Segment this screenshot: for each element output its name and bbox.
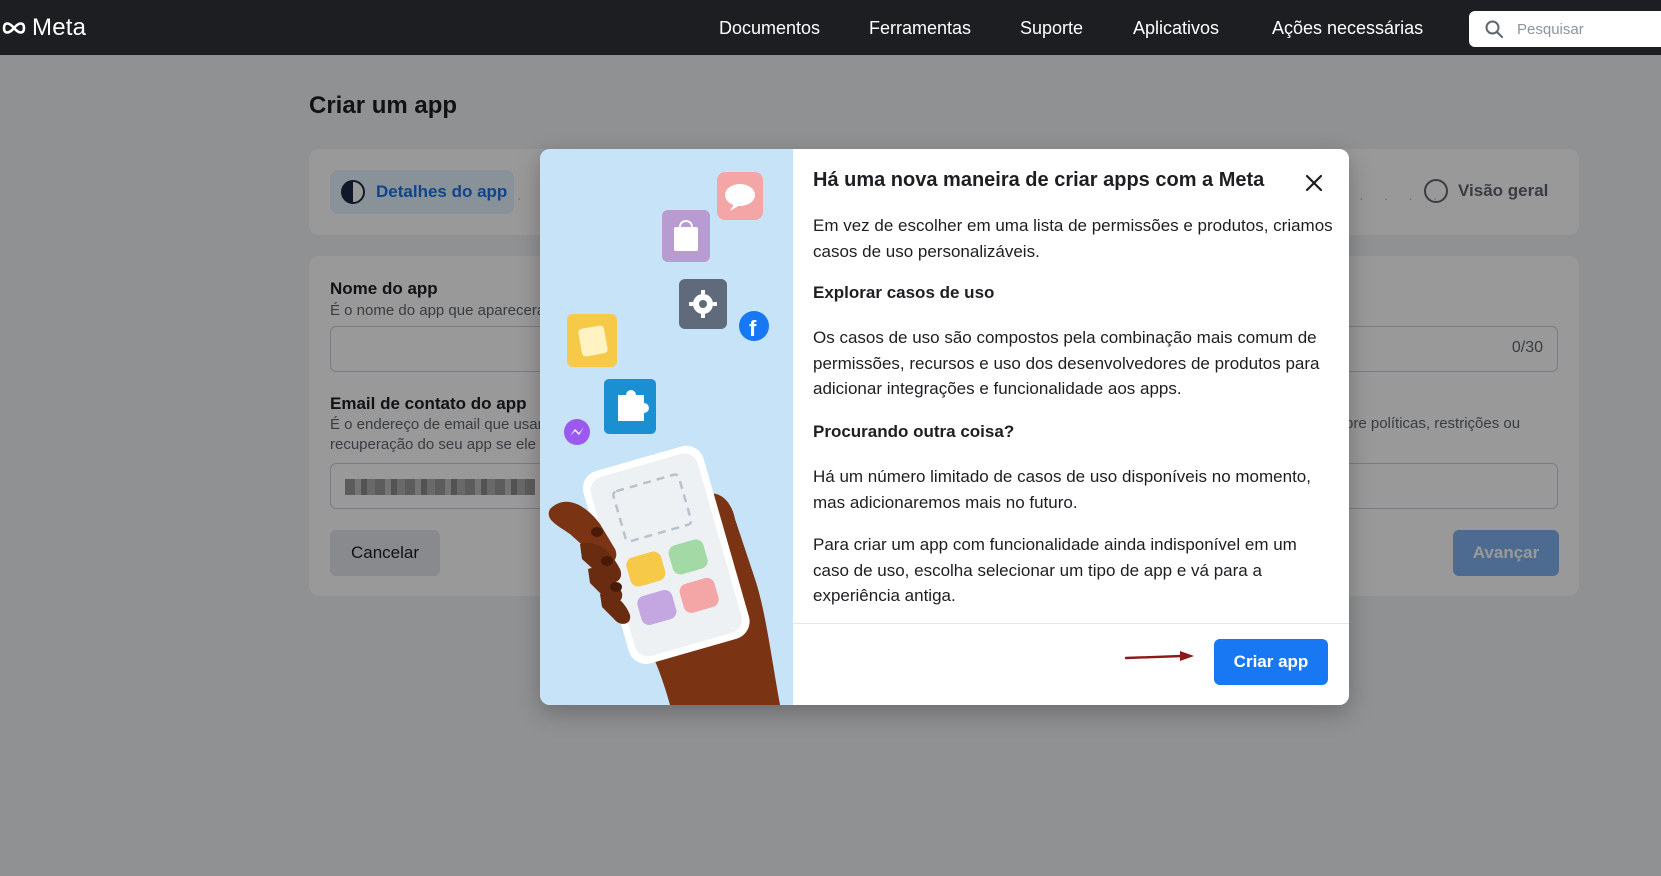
search-icon <box>1485 20 1503 38</box>
use-cases-paragraph: Os casos de uso são compostos pela combi… <box>813 328 1320 398</box>
phone-hand-illustration: f <box>548 172 780 705</box>
logo-text: Meta <box>32 14 87 41</box>
meta-infinity-icon <box>2 22 26 34</box>
section-heading-explore: Explorar casos de uso <box>813 283 995 302</box>
modal-content: Há uma nova maneira de criar apps com a … <box>793 149 1349 705</box>
nav-acoes-necessarias[interactable]: Ações necessárias <box>1272 18 1423 39</box>
close-button[interactable] <box>1301 171 1327 197</box>
create-app-button[interactable]: Criar app <box>1214 639 1328 685</box>
modal-body[interactable]: Em vez de escolher em uma lista de permi… <box>813 209 1333 705</box>
meta-logo[interactable]: Meta <box>0 14 86 42</box>
modal-illustration: f <box>540 149 793 705</box>
svg-text:f: f <box>749 316 757 341</box>
intro-paragraph: Em vez de escolher em uma lista de permi… <box>813 216 1333 261</box>
limited-paragraph: Há um número limitado de casos de uso di… <box>813 467 1311 512</box>
nav-aplicativos[interactable]: Aplicativos <box>1133 18 1219 39</box>
close-icon <box>1305 174 1323 191</box>
search-input[interactable] <box>1517 17 1657 41</box>
section-heading-other: Procurando outra coisa? <box>813 422 1015 441</box>
nav-documentos[interactable]: Documentos <box>719 18 820 39</box>
annotation-arrow-icon <box>1124 651 1194 661</box>
search-box[interactable] <box>1469 11 1661 47</box>
nav-ferramentas[interactable]: Ferramentas <box>869 18 971 39</box>
legacy-paragraph: Para criar um app com funcionalidade ain… <box>813 535 1297 605</box>
nav-suporte[interactable]: Suporte <box>1020 18 1083 39</box>
modal-title: Há uma nova maneira de criar apps com a … <box>813 169 1265 191</box>
top-navigation-bar: Meta Documentos Ferramentas Suporte Apli… <box>0 0 1661 55</box>
new-app-modal: f Há uma nova maneira de criar apps com … <box>540 149 1349 705</box>
footer-divider <box>793 623 1349 624</box>
